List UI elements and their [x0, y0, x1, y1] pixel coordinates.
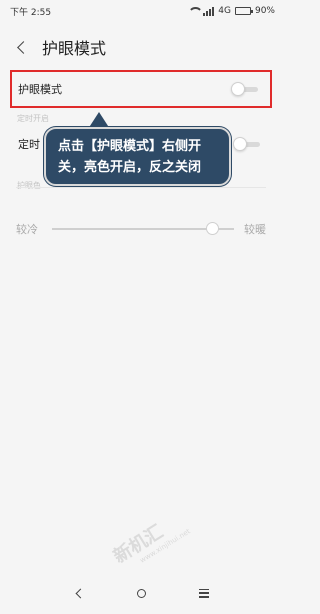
nav-menu-icon[interactable]	[198, 588, 209, 598]
color-temp-slider-row: 较冷 较暖	[16, 218, 266, 240]
signal-icon	[203, 6, 215, 16]
back-arrow-icon[interactable]	[8, 32, 38, 62]
timer-section-label: 定时开启	[17, 114, 49, 123]
warm-label: 较暖	[244, 223, 266, 236]
wifi-icon	[188, 7, 204, 15]
battery-icon	[234, 7, 253, 15]
timer-toggle[interactable]	[232, 136, 262, 152]
timer-label: 定时	[18, 138, 40, 151]
nav-back-icon[interactable]	[74, 588, 84, 598]
page-title: 护眼模式	[42, 39, 107, 58]
divider	[16, 187, 266, 188]
nav-home-icon[interactable]	[136, 588, 146, 598]
status-time: 下午 2:55	[10, 7, 52, 18]
toggle-knob	[231, 82, 245, 96]
color-temp-slider[interactable]	[52, 222, 234, 235]
eye-mode-row[interactable]: 护眼模式	[10, 70, 272, 108]
header-bar: 护眼模式	[0, 28, 283, 66]
eye-mode-toggle[interactable]	[230, 81, 260, 97]
navigation-bar	[0, 578, 283, 608]
watermark: 新机汇 www.xinjihui.net	[108, 499, 202, 576]
status-bar: 下午 2:55 4G 90%	[0, 0, 283, 22]
slider-thumb[interactable]	[206, 222, 220, 235]
network-type: 4G	[218, 6, 231, 16]
color-temp-section-label: 护眼色	[17, 181, 41, 190]
battery-level: 90%	[254, 6, 275, 16]
cold-label: 较冷	[16, 223, 38, 236]
eye-mode-label: 护眼模式	[18, 83, 62, 96]
status-icons: 4G 90%	[188, 6, 275, 16]
instruction-callout: 点击【护眼模式】右侧开关，亮色开启，反之关闭	[44, 127, 231, 186]
